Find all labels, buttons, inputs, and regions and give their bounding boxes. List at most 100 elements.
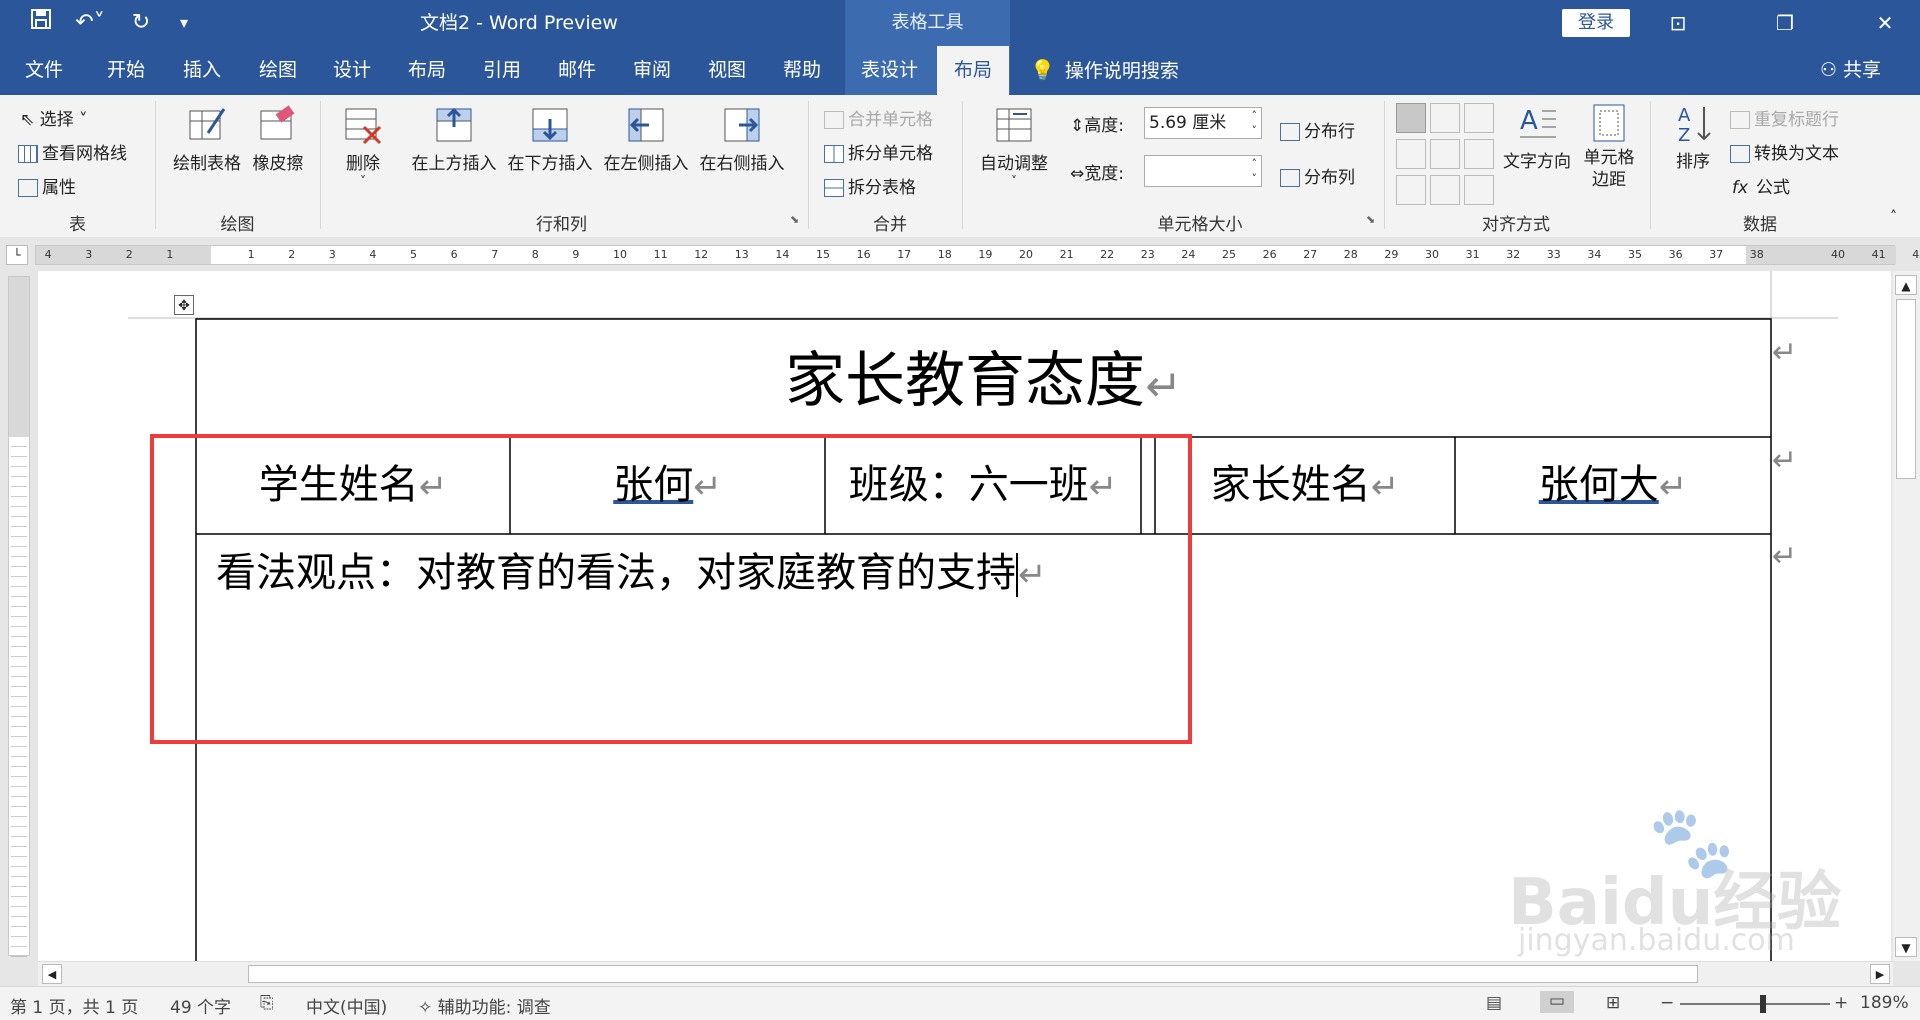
tab-insert[interactable]: 插入 [172,46,232,95]
zoom-level[interactable]: 189% [1860,993,1909,1013]
tab-home[interactable]: 开始 [96,46,156,95]
dialog-launcher-icon[interactable]: ⬊ [1366,213,1375,226]
save-icon[interactable] [26,8,56,38]
align-middle-left-icon[interactable] [1396,139,1426,169]
tab-table-layout[interactable]: 布局 [937,46,1009,95]
scroll-down-icon[interactable]: ▼ [1895,937,1917,957]
vertical-scroll-thumb[interactable] [1896,299,1916,479]
vertical-ruler[interactable] [0,271,36,961]
table-title-cell[interactable]: 家长教育态度↵ [196,331,1771,437]
text-direction-button[interactable]: A 文字方向 [1500,103,1574,172]
language-indicator[interactable]: 中文(中国) [306,993,387,1018]
zoom-out-icon[interactable]: − [1660,993,1674,1013]
cell-margins-icon [1593,104,1625,142]
ruler-number: 21 [1059,248,1074,261]
sort-button[interactable]: AZ 排序 [1660,103,1726,172]
distribute-rows-button[interactable]: 分布行 [1280,117,1355,142]
delete-button[interactable]: 删除 ˅ [334,105,392,188]
tell-me-search[interactable]: 💡 操作说明搜索 [1030,46,1179,95]
repeat-header-button[interactable]: 重复标题行 [1730,105,1839,130]
split-cells-button[interactable]: 拆分单元格 [824,139,933,164]
cell-parent-name[interactable]: 张何大↵ [1455,453,1771,519]
horizontal-ruler[interactable]: └ 4 3 2 1 1 2 3 4 5 6 7 8 9 10 11 12 13 14 15 16 17 18 19 20 21 2… [0,237,1920,271]
autofit-button[interactable]: 自动调整 ˅ [974,105,1054,188]
properties-button[interactable]: 属性 [18,173,76,198]
web-layout-icon[interactable]: ⊞ [1606,993,1620,1013]
share-button[interactable]: ⚇ 共享 [1820,46,1881,95]
table-move-handle-icon[interactable]: ✥ [174,295,194,315]
proofing-icon[interactable]: ⎘ [260,993,274,1013]
end-of-row-mark-icon: ↵ [1772,335,1798,370]
split-table-button[interactable]: 拆分表格 [824,173,916,198]
login-button[interactable]: 登录 [1562,9,1630,37]
zoom-in-icon[interactable]: + [1834,993,1848,1013]
align-bottom-left-icon[interactable] [1396,175,1426,205]
scroll-right-icon[interactable]: ▶ [1870,964,1890,984]
align-middle-right-icon[interactable] [1464,139,1494,169]
formula-button[interactable]: fx 公式 [1732,173,1790,198]
insert-left-button[interactable]: 在左侧插入 [600,105,692,174]
tab-file[interactable]: 文件 [16,46,72,95]
align-top-left-icon[interactable] [1396,103,1426,133]
dialog-launcher-icon[interactable]: ⬊ [790,213,799,226]
ribbon-display-icon[interactable]: ⊡ [1648,0,1708,46]
tab-layout[interactable]: 布局 [397,46,457,95]
merge-cells-button[interactable]: 合并单元格 [824,105,933,130]
tab-table-design[interactable]: 表设计 [852,46,927,95]
height-value: 5.69 厘米 [1149,113,1227,133]
cell-margins-button[interactable]: 单元格 边距 [1578,103,1640,191]
view-gridlines-button[interactable]: 查看网格线 [18,139,127,164]
insert-right-button[interactable]: 在右侧插入 [696,105,788,174]
accessibility-checker[interactable]: ✧ 辅助功能: 调查 [418,993,551,1018]
width-input[interactable]: ˄ ˅ [1144,155,1262,187]
redo-icon[interactable]: ↻ [126,8,156,38]
insert-below-button[interactable]: 在下方插入 [504,105,596,174]
height-input[interactable]: 5.69 厘米 ˄ ˅ [1144,107,1262,139]
print-layout-icon[interactable]: ▭ [1540,991,1574,1013]
repeat-header-label: 重复标题行 [1754,110,1839,130]
convert-to-text-button[interactable]: 转换为文本 [1730,139,1839,164]
horizontal-scrollbar[interactable]: ◀ ▶ [38,961,1893,987]
word-count[interactable]: 49 个字 [170,993,231,1018]
document-page[interactable]: ✥ 家长教育态度↵ 学生姓名↵ 张何↵ 班级：六一班↵ 家长姓名↵ 张何大↵ 看… [38,271,1891,961]
close-icon[interactable]: ✕ [1855,0,1915,46]
tab-selector-icon[interactable]: └ [6,245,28,265]
align-bottom-center-icon[interactable] [1430,175,1460,205]
insert-above-button[interactable]: 在上方插入 [408,105,500,174]
zoom-slider-thumb[interactable] [1760,995,1766,1013]
restore-icon[interactable]: ❐ [1755,0,1815,46]
tab-view[interactable]: 视图 [697,46,757,95]
cell-parent-name-label[interactable]: 家长姓名↵ [1155,453,1455,519]
distribute-columns-button[interactable]: 分布列 [1280,163,1355,188]
align-top-center-icon[interactable] [1430,103,1460,133]
tab-mailings[interactable]: 邮件 [547,46,607,95]
align-middle-center-icon[interactable] [1430,139,1460,169]
vertical-scrollbar[interactable]: ▲ ▼ [1893,271,1920,961]
customize-quick-access-icon[interactable]: ▾ [172,8,196,38]
draw-table-button[interactable]: 绘制表格 [168,105,246,174]
align-bottom-right-icon[interactable] [1464,175,1494,205]
scroll-up-icon[interactable]: ▲ [1895,275,1917,295]
eraser-button[interactable]: 橡皮擦 [248,105,308,174]
undo-icon[interactable]: ↶˅ [70,8,110,38]
align-top-right-icon[interactable] [1464,103,1494,133]
tab-help[interactable]: 帮助 [772,46,832,95]
page-count[interactable]: 第 1 页，共 1 页 [10,993,138,1018]
tab-review[interactable]: 审阅 [622,46,682,95]
dropdown-arrow-icon: ˅ [1011,174,1017,188]
tab-draw[interactable]: 绘图 [248,46,308,95]
tab-references[interactable]: 引用 [472,46,532,95]
insert-below-label: 在下方插入 [507,154,593,174]
convert-text-label: 转换为文本 [1754,144,1839,164]
height-label-text: 高度: [1084,116,1124,136]
spin-arrows-icon[interactable]: ˄ ˅ [1252,156,1258,186]
collapse-ribbon-icon[interactable]: ˄ [1890,209,1897,225]
spin-arrows-icon[interactable]: ˄ ˅ [1252,108,1258,138]
tab-design[interactable]: 设计 [322,46,382,95]
scroll-left-icon[interactable]: ◀ [42,964,62,984]
ruler-number: 20 [1019,248,1033,261]
zoom-slider-track[interactable] [1680,1003,1830,1005]
read-mode-icon[interactable]: ▤ [1486,993,1502,1013]
horizontal-scroll-thumb[interactable] [248,965,1698,983]
select-button[interactable]: ⇖ 选择 ˅ [20,105,88,130]
